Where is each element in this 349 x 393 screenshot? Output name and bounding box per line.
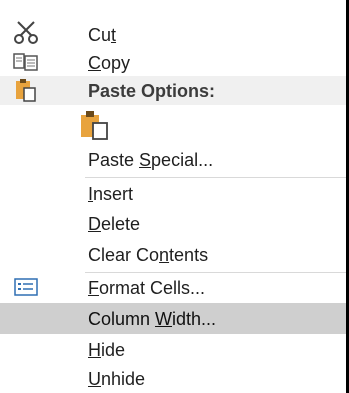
menu-item-label: Clear Contents <box>88 245 209 265</box>
context-menu: Cut Copy Paste Options: Paste Special...… <box>0 0 349 393</box>
menu-item-label: Format Cells... <box>88 278 206 298</box>
menu-item-format-cells[interactable]: Format Cells... <box>0 273 349 303</box>
menu-item-label: Paste Special... <box>88 150 214 170</box>
menu-item-insert[interactable]: Insert <box>0 178 349 209</box>
menu-item-cut[interactable]: Cut <box>0 18 349 48</box>
menu-item-label: Unhide <box>88 369 146 389</box>
menu-item-clear-contents[interactable]: Clear Contents <box>0 240 349 271</box>
menu-item-paste-special[interactable]: Paste Special... <box>0 145 349 175</box>
menu-item-label: Insert <box>88 184 134 204</box>
paste-icon <box>11 76 41 104</box>
menu-item-label: Copy <box>88 53 131 73</box>
menu-item-hide[interactable]: Hide <box>0 334 349 364</box>
copy-icon <box>11 48 41 76</box>
menu-item-delete[interactable]: Delete <box>0 209 349 240</box>
menu-item-label: Hide <box>88 340 126 360</box>
scissors-icon <box>11 18 41 46</box>
paste-options-header: Paste Options: <box>0 76 349 105</box>
format-cells-icon <box>11 273 41 301</box>
paste-option-icon[interactable] <box>78 109 112 141</box>
menu-item-column-width[interactable]: Column Width... <box>0 303 349 334</box>
paste-option-row <box>0 105 349 145</box>
menu-item-unhide[interactable]: Unhide <box>0 364 349 393</box>
menu-item-copy[interactable]: Copy <box>0 48 349 76</box>
menu-item-label: Column Width... <box>88 309 217 329</box>
menu-item-label: Delete <box>88 214 141 234</box>
menu-item-label: Cut <box>88 25 117 45</box>
menu-header-label: Paste Options: <box>88 81 216 101</box>
